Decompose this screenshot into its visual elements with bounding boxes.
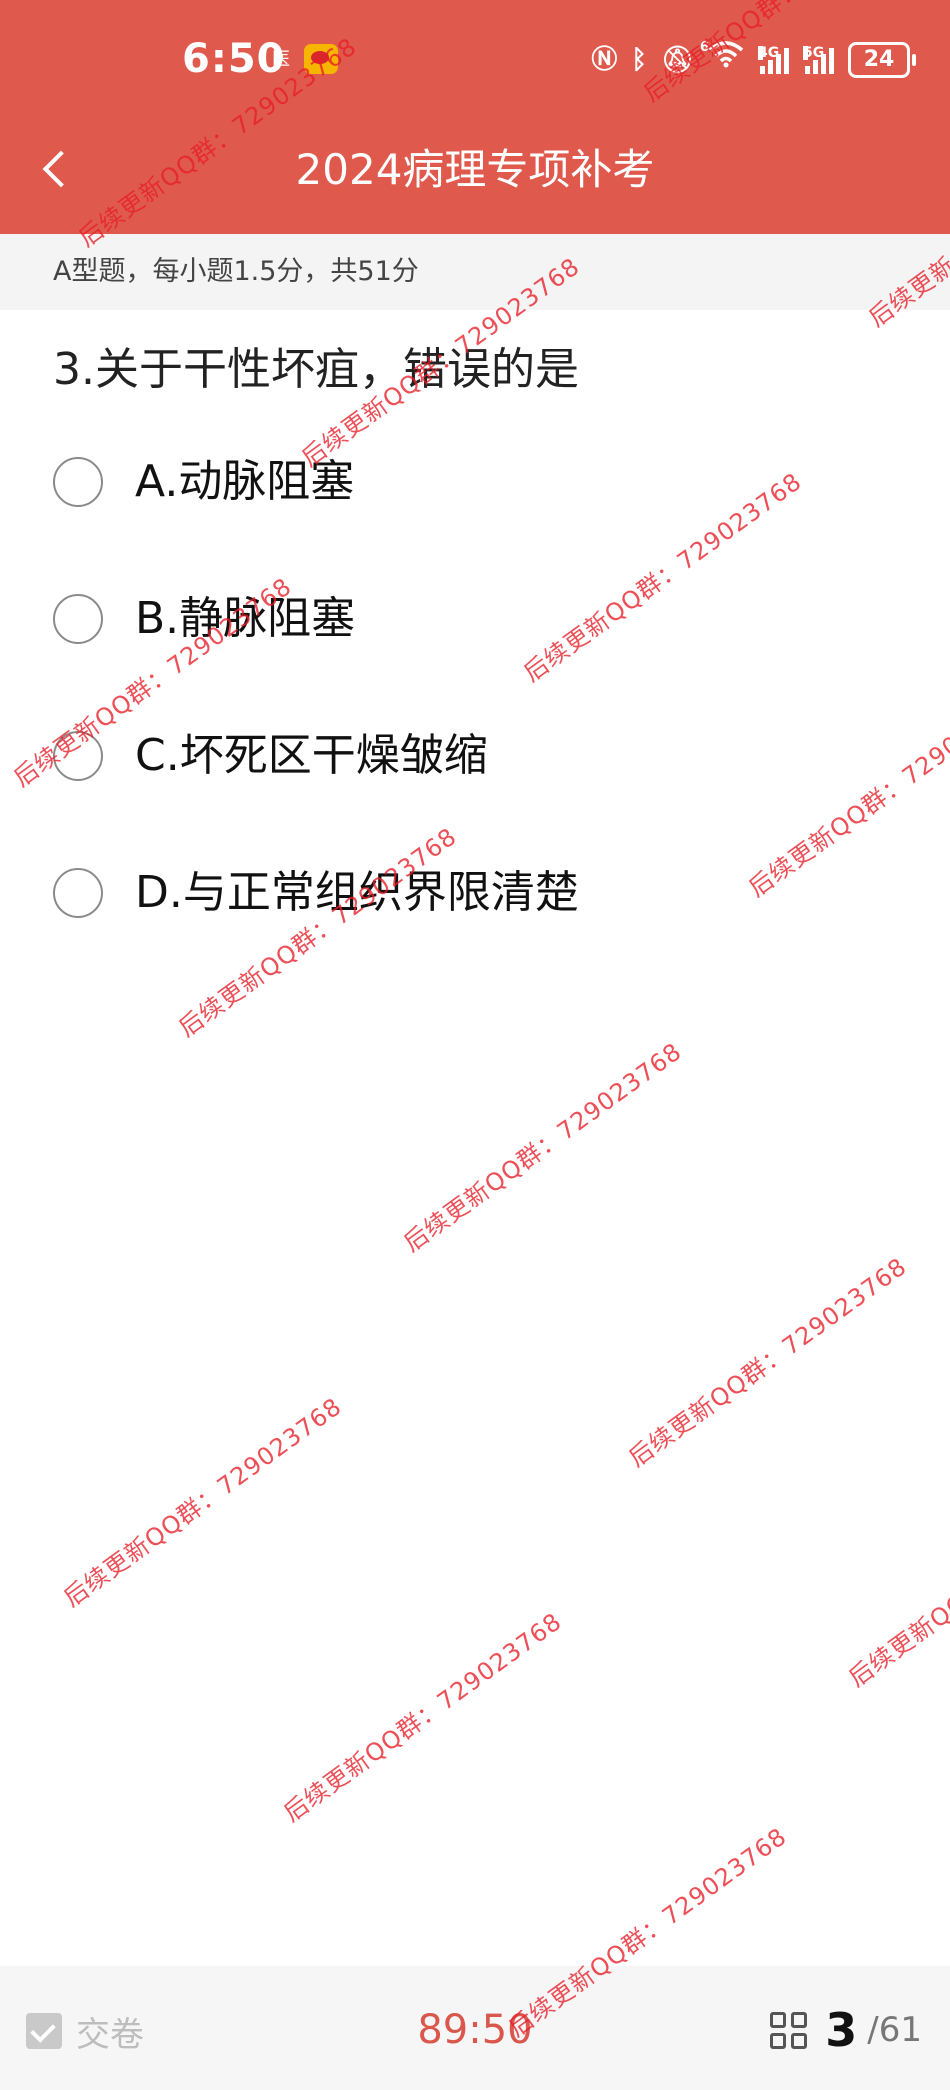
grid-icon bbox=[770, 2011, 808, 2049]
radio-circle-icon[interactable] bbox=[53, 868, 103, 918]
status-time: 6:50 bbox=[182, 36, 286, 82]
wifi-icon: 6 bbox=[700, 40, 744, 80]
wifi-arcs bbox=[708, 41, 744, 68]
question-index-button[interactable]: 3 / 61 bbox=[770, 2000, 922, 2060]
option-label: B.静脉阻塞 bbox=[135, 593, 356, 644]
net-5g-label: 5G bbox=[803, 45, 825, 61]
question-text: 3.关于干性坏疽，错误的是 bbox=[53, 344, 579, 395]
top-bar: 6:50 医 Ⓝ ᛒ 🔕︎ 6 4G 5G 24 2024病理专项补考 bbox=[0, 0, 950, 234]
exam-screen: 6:50 医 Ⓝ ᛒ 🔕︎ 6 4G 5G 24 2024病理专项补考 A型题，… bbox=[0, 0, 950, 2090]
option-label: D.与正常组织界限清楚 bbox=[135, 867, 579, 918]
net-4g-label: 4G bbox=[758, 45, 780, 61]
signal-5g-icon: 5G bbox=[803, 46, 834, 74]
watermark: 后续更新QQ群：729023768 bbox=[173, 822, 462, 1043]
mute-bell-icon: 🔕︎ bbox=[660, 45, 694, 75]
bottom-bar: 交卷 89:50 3 / 61 bbox=[0, 1966, 950, 2090]
radio-circle-icon[interactable] bbox=[53, 594, 103, 644]
current-question-number: 3 bbox=[825, 2003, 858, 2057]
progress-separator: / bbox=[867, 2010, 879, 2050]
bluetooth-icon: ᛒ bbox=[631, 45, 647, 75]
total-questions: 61 bbox=[878, 2010, 922, 2050]
option-a[interactable]: A.动脉阻塞 bbox=[53, 452, 354, 512]
watermark: 后续更新QQ群：729023768 bbox=[623, 1252, 912, 1473]
watermark: 后续更新QQ群：729023768 bbox=[843, 1472, 950, 1693]
weibo-icon bbox=[304, 44, 338, 74]
watermark: 后续更新QQ群：729023768 bbox=[518, 467, 807, 688]
option-label: C.坏死区干燥皱缩 bbox=[135, 730, 488, 781]
wifi-index-label: 6 bbox=[700, 40, 710, 55]
watermark: 后续更新QQ群：729023768 bbox=[278, 1607, 567, 1828]
radio-circle-icon[interactable] bbox=[53, 731, 103, 781]
nfc-icon: Ⓝ bbox=[591, 45, 618, 75]
medical-app-icon: 医 bbox=[272, 49, 290, 70]
battery-icon: 24 bbox=[848, 42, 916, 78]
page-title: 2024病理专项补考 bbox=[295, 145, 655, 194]
option-c[interactable]: C.坏死区干燥皱缩 bbox=[53, 726, 488, 786]
signal-4g-icon: 4G bbox=[758, 46, 789, 74]
watermark: 后续更新QQ群：729023768 bbox=[743, 682, 950, 903]
section-info-text: A型题，每小题1.5分，共51分 bbox=[53, 256, 419, 287]
option-label: A.动脉阻塞 bbox=[135, 456, 355, 507]
status-icons: Ⓝ ᛒ 🔕︎ 6 4G 5G 24 bbox=[591, 40, 916, 80]
watermark: 后续更新QQ群：729023768 bbox=[58, 1392, 347, 1613]
watermark: 后续更新QQ群：729023768 bbox=[398, 1037, 687, 1258]
section-info-bar: A型题，每小题1.5分，共51分 bbox=[0, 234, 950, 310]
option-b[interactable]: B.静脉阻塞 bbox=[53, 589, 355, 649]
option-d[interactable]: D.与正常组织界限清楚 bbox=[53, 863, 579, 923]
radio-circle-icon[interactable] bbox=[53, 457, 103, 507]
